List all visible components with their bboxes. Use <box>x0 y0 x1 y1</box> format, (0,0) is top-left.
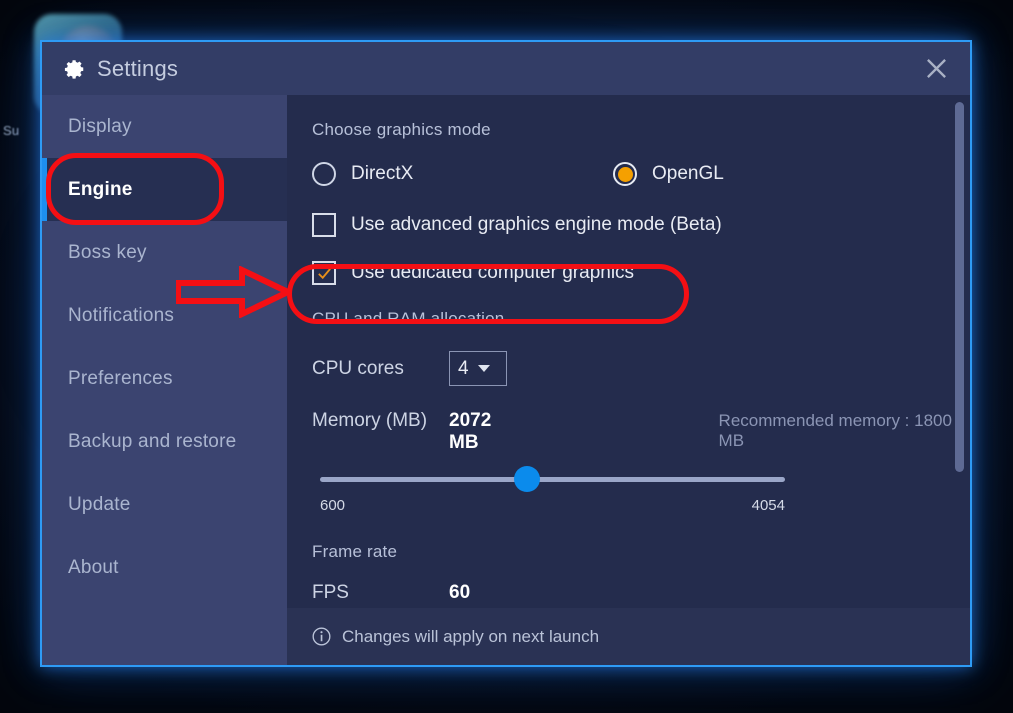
info-circle-icon <box>312 627 331 646</box>
graphics-mode-radio-group: DirectX OpenGL <box>312 162 970 186</box>
checkbox-label: Use dedicated computer graphics <box>351 262 635 283</box>
sidebar-item-label: Display <box>68 115 132 137</box>
content-scrollbar[interactable] <box>955 100 964 660</box>
radio-label: DirectX <box>351 163 414 184</box>
cpu-cores-row: CPU cores 4 <box>312 351 970 386</box>
background-app-label: Su <box>3 123 20 138</box>
settings-sidebar: Display Engine Boss key Notifications Pr… <box>42 95 287 665</box>
checkmark-icon <box>317 267 331 279</box>
cpu-cores-select[interactable]: 4 <box>449 351 507 386</box>
sidebar-item-label: Notifications <box>68 304 175 326</box>
sidebar-item-label: About <box>68 556 119 578</box>
engine-settings: Choose graphics mode DirectX OpenGL Use … <box>287 95 970 665</box>
cpu-cores-label: CPU cores <box>312 357 404 379</box>
sidebar-item-preferences[interactable]: Preferences <box>42 347 287 410</box>
footer-message: Changes will apply on next launch <box>342 626 600 646</box>
dialog-title: Settings <box>97 55 179 81</box>
memory-slider-track <box>320 477 785 482</box>
dialog-titlebar: Settings <box>42 42 970 95</box>
settings-content-panel: Choose graphics mode DirectX OpenGL Use … <box>287 95 970 665</box>
memory-slider-thumb[interactable] <box>514 466 540 492</box>
sidebar-item-label: Update <box>68 493 131 515</box>
radio-unchecked-icon <box>312 162 336 186</box>
dialog-footer: Changes will apply on next launch <box>287 608 970 665</box>
sidebar-item-notifications[interactable]: Notifications <box>42 284 287 347</box>
memory-slider-range: 600 4054 <box>320 497 785 514</box>
gear-icon <box>64 58 86 80</box>
chevron-down-icon <box>477 365 490 372</box>
sidebar-item-label: Engine <box>68 178 133 200</box>
fps-value: 60 <box>449 582 471 603</box>
radio-option-opengl[interactable]: OpenGL <box>613 162 724 186</box>
sidebar-item-about[interactable]: About <box>42 536 287 599</box>
radio-checked-icon <box>613 162 637 186</box>
cpu-cores-value: 4 <box>458 357 469 379</box>
dialog-body: Display Engine Boss key Notifications Pr… <box>42 95 970 665</box>
cpu-ram-allocation-heading: CPU and RAM allocation <box>312 309 505 328</box>
sidebar-item-update[interactable]: Update <box>42 473 287 536</box>
sidebar-item-label: Boss key <box>68 241 147 263</box>
sidebar-item-engine[interactable]: Engine <box>42 158 287 221</box>
memory-value: 2072 MB <box>449 410 492 453</box>
checkbox-dedicated-computer-graphics[interactable]: Use dedicated computer graphics <box>312 261 970 285</box>
close-button[interactable] <box>916 49 956 89</box>
checkbox-unchecked-icon <box>312 213 336 237</box>
fps-row: FPS 60 <box>312 582 970 604</box>
checkbox-checked-icon <box>312 261 336 285</box>
memory-recommended-text: Recommended memory : 1800 MB <box>718 411 952 450</box>
sidebar-item-label: Backup and restore <box>68 430 237 452</box>
checkbox-advanced-graphics-engine[interactable]: Use advanced graphics engine mode (Beta) <box>312 213 970 237</box>
screen: Su Settings Display Engine Boss key Noti… <box>0 0 1013 713</box>
radio-option-directx[interactable]: DirectX <box>312 162 613 186</box>
close-icon <box>926 59 946 78</box>
frame-rate-heading: Frame rate <box>312 542 398 561</box>
memory-row: Memory (MB) 2072 MB Recommended memory :… <box>312 410 970 454</box>
sidebar-item-backup-and-restore[interactable]: Backup and restore <box>42 410 287 473</box>
sidebar-item-label: Preferences <box>68 367 173 389</box>
graphics-mode-heading: Choose graphics mode <box>312 120 491 139</box>
checkbox-label: Use advanced graphics engine mode (Beta) <box>351 214 722 235</box>
memory-slider-max: 4054 <box>751 497 785 514</box>
fps-label: FPS <box>312 582 349 603</box>
memory-slider[interactable] <box>320 466 785 492</box>
scrollbar-thumb[interactable] <box>955 102 964 472</box>
settings-dialog: Settings Display Engine Boss key Notific… <box>40 40 972 667</box>
sidebar-item-boss-key[interactable]: Boss key <box>42 221 287 284</box>
memory-slider-min: 600 <box>320 497 346 514</box>
memory-label: Memory (MB) <box>312 410 428 431</box>
sidebar-item-display[interactable]: Display <box>42 95 287 158</box>
radio-label: OpenGL <box>652 163 724 184</box>
